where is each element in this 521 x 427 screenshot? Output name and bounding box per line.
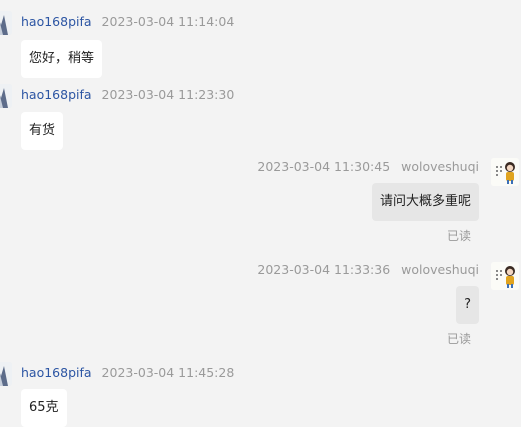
sender-avatar[interactable]	[0, 11, 12, 35]
message-timestamp: 2023-03-04 11:33:36	[257, 262, 391, 277]
own-avatar[interactable]	[491, 158, 519, 186]
message-bubble[interactable]: 65克	[21, 389, 67, 427]
message-timestamp: 2023-03-04 11:30:45	[257, 159, 391, 174]
own-avatar[interactable]	[491, 262, 519, 290]
avatar-image-icon	[0, 84, 12, 108]
sender-name[interactable]: woloveshuqi	[401, 159, 479, 174]
message-timestamp: 2023-03-04 11:14:04	[101, 14, 235, 29]
avatar-image-icon	[0, 11, 12, 35]
sender-avatar[interactable]	[0, 84, 12, 108]
avatar-image-icon	[491, 158, 519, 186]
sender-name[interactable]: hao168pifa	[21, 14, 92, 29]
message-bubble[interactable]: 请问大概多重呢	[371, 183, 479, 221]
message-header: hao168pifa 2023-03-04 11:14:04	[21, 14, 234, 30]
avatar-image-icon	[491, 262, 519, 290]
message-header: hao168pifa 2023-03-04 11:45:28	[21, 365, 234, 381]
message-header: 2023-03-04 11:33:36 woloveshuqi	[257, 262, 479, 278]
message-bubble[interactable]: 有货	[21, 112, 64, 150]
avatar-image-icon	[0, 362, 12, 386]
message-header: hao168pifa 2023-03-04 11:23:30	[21, 87, 234, 103]
read-status: 已读	[446, 332, 471, 346]
sender-name[interactable]: woloveshuqi	[401, 262, 479, 277]
message-bubble[interactable]: ?	[456, 286, 479, 324]
sender-name[interactable]: hao168pifa	[21, 87, 92, 102]
sender-avatar[interactable]	[0, 362, 12, 386]
sender-name[interactable]: hao168pifa	[21, 365, 92, 380]
chat-window: { "colors": { "background": "#f3f3f3", "…	[0, 0, 521, 427]
read-status: 已读	[446, 229, 471, 243]
message-bubble[interactable]: 您好，稍等	[21, 40, 103, 78]
message-header: 2023-03-04 11:30:45 woloveshuqi	[257, 159, 479, 175]
message-timestamp: 2023-03-04 11:45:28	[101, 365, 235, 380]
message-timestamp: 2023-03-04 11:23:30	[101, 87, 235, 102]
